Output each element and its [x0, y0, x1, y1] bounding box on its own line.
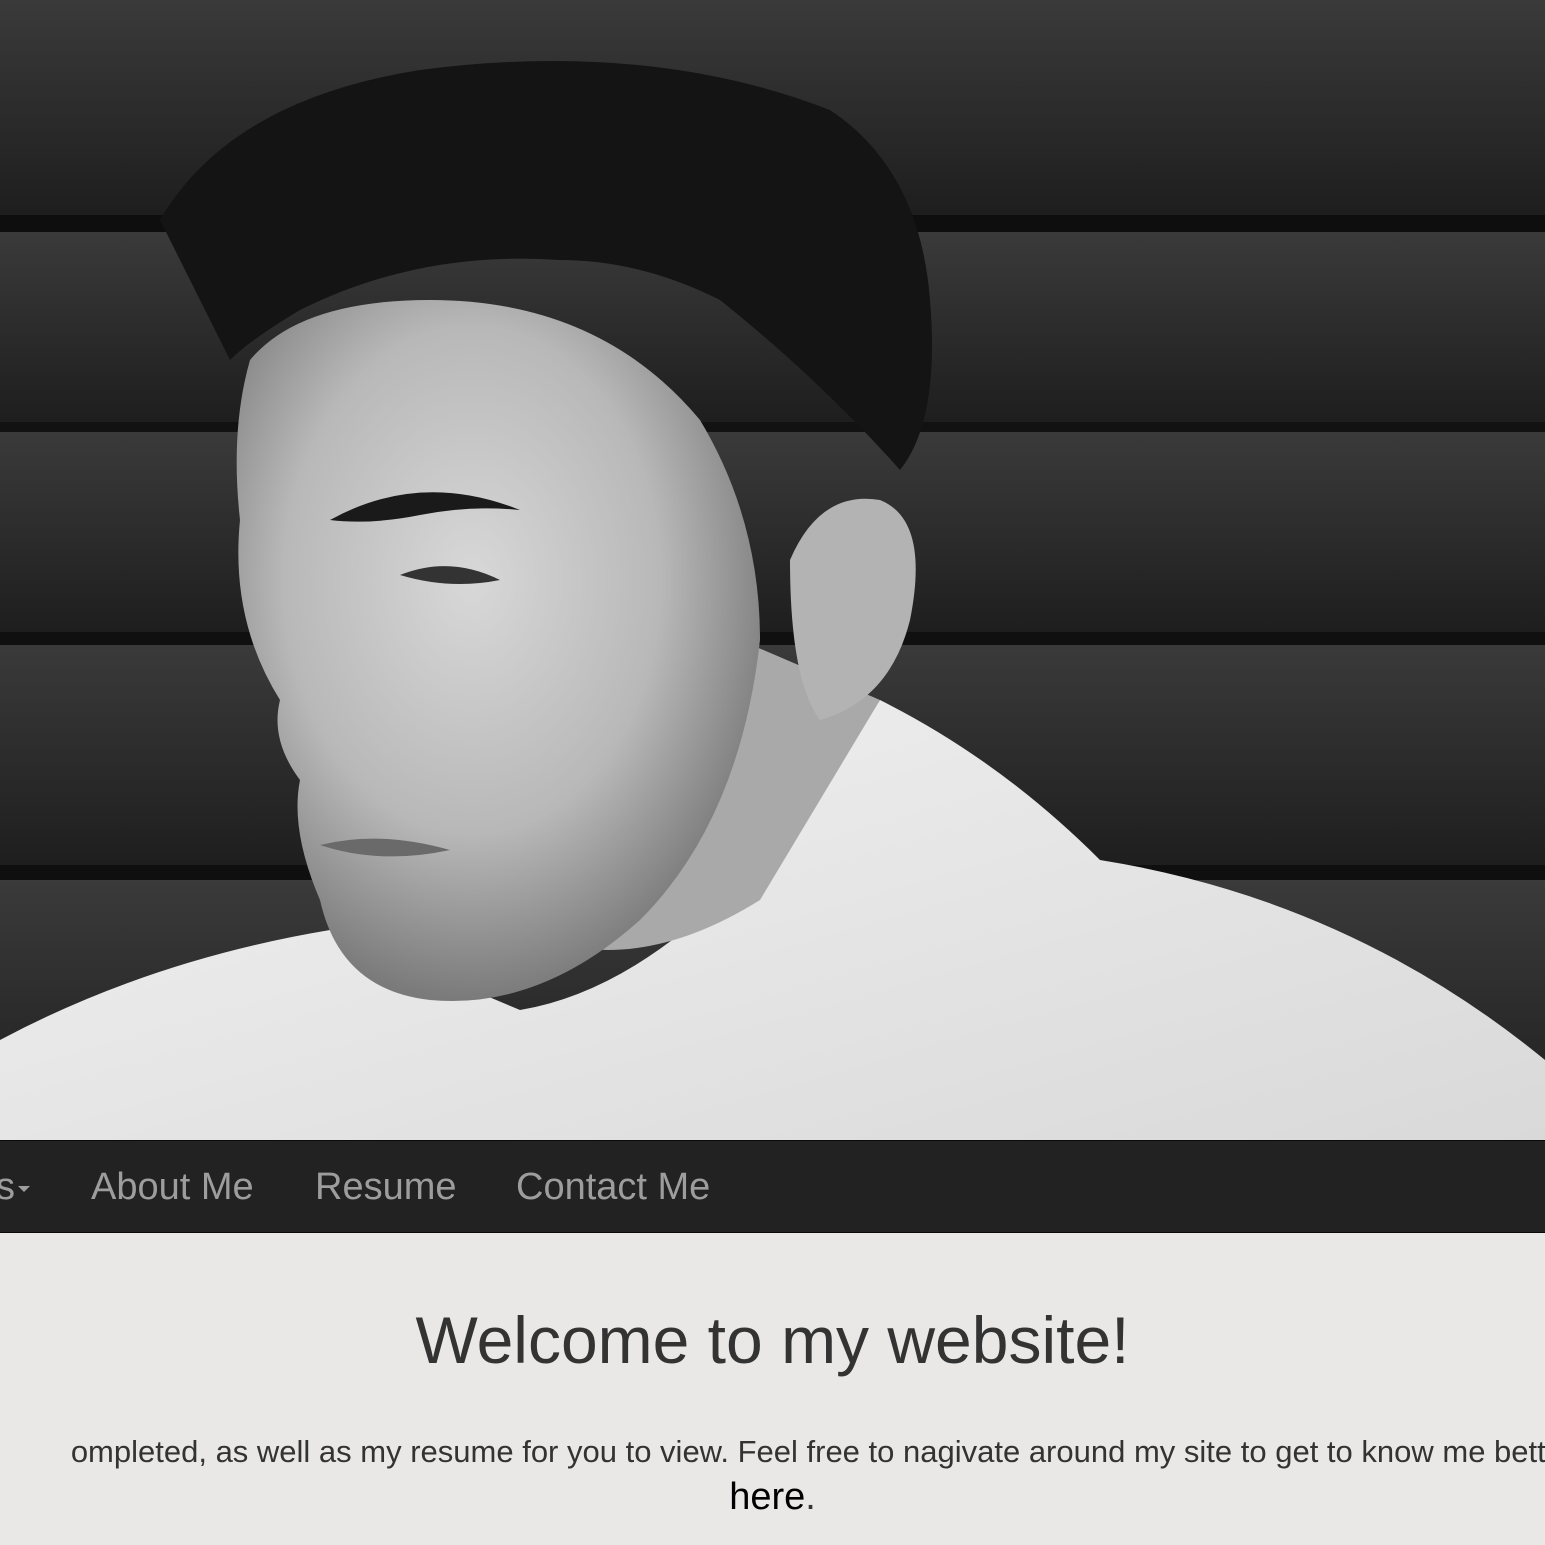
nav-about-me[interactable]: About Me [91, 1141, 254, 1234]
link-line: here. [0, 1476, 1545, 1519]
intro-text: ompleted, as well as my resume for you t… [70, 1434, 1545, 1469]
link-suffix: . [805, 1476, 816, 1518]
here-link[interactable]: here [729, 1476, 805, 1518]
hero-photo-illustration [0, 0, 1545, 1140]
main-navbar: s About Me Resume Contact Me [0, 1140, 1545, 1233]
page-title: Welcome to my website! [415, 1303, 1130, 1377]
nav-projects-dropdown[interactable]: s [0, 1141, 30, 1234]
nav-contact-me[interactable]: Contact Me [516, 1141, 710, 1234]
caret-down-icon [18, 1185, 30, 1192]
nav-resume[interactable]: Resume [315, 1141, 457, 1234]
nav-projects-label: s [0, 1166, 15, 1208]
hero-photo [0, 0, 1545, 1140]
